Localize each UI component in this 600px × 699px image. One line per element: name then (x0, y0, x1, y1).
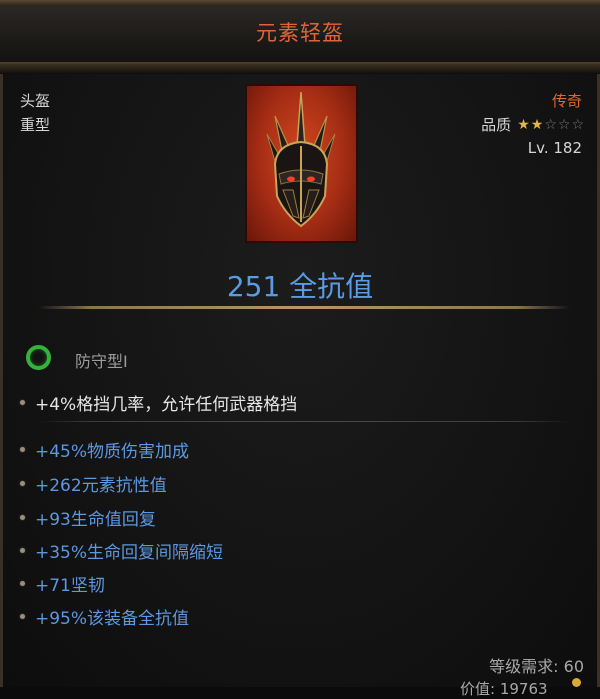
bullet-icon (20, 481, 25, 486)
level-requirement: 等级需求: 60 (489, 657, 584, 676)
bullet-icon (20, 614, 25, 619)
bullet-icon (20, 581, 25, 586)
gold-coin-icon (572, 678, 581, 687)
star-filled-icon: ★ (517, 116, 530, 133)
bullet-icon (20, 447, 25, 452)
bullet-icon (20, 548, 25, 553)
item-level: Lv. 182 (527, 139, 582, 157)
affix-divider (38, 421, 570, 422)
tooltip-header: 元素轻盔 (0, 0, 600, 64)
affix-line: +262元素抗性值 (20, 471, 167, 496)
quality-label: 品质 (481, 116, 512, 134)
item-slot-label: 头盔 (20, 92, 51, 110)
affix-line: +95%该装备全抗值 (20, 604, 189, 629)
bullet-icon (20, 515, 25, 520)
affix-line: +45%物质伤害加成 (20, 437, 189, 462)
item-weight-class-label: 重型 (20, 116, 51, 134)
quality-row: 品质 ★ ★ ☆ ☆ ☆ (481, 114, 584, 135)
header-shadow (0, 64, 600, 74)
affix-line: +35%生命回复间隔缩短 (20, 538, 223, 563)
item-name-title: 元素轻盔 (256, 21, 344, 45)
star-empty-icon: ☆ (557, 116, 571, 133)
item-rarity-label: 传奇 (551, 92, 582, 110)
set-bonus-name: 防守型I (75, 352, 128, 371)
affix-line: +93生命值回复 (20, 505, 156, 530)
item-price: 价值: 19763 (460, 680, 548, 698)
dark-helmet-icon (245, 84, 358, 243)
affix-line: +71坚韧 (20, 571, 105, 596)
star-empty-icon: ☆ (544, 116, 557, 133)
gold-divider (38, 306, 570, 309)
green-ring-icon (26, 345, 51, 370)
star-empty-icon: ☆ (571, 116, 584, 133)
bullet-icon (20, 400, 25, 405)
implicit-affix: +4%格挡几率，允许任何武器格挡 (20, 390, 297, 415)
quality-stars: ★ ★ ☆ ☆ ☆ (517, 117, 584, 133)
star-filled-icon: ★ (530, 116, 544, 133)
resist-value: 251 全抗值 (226, 270, 374, 303)
